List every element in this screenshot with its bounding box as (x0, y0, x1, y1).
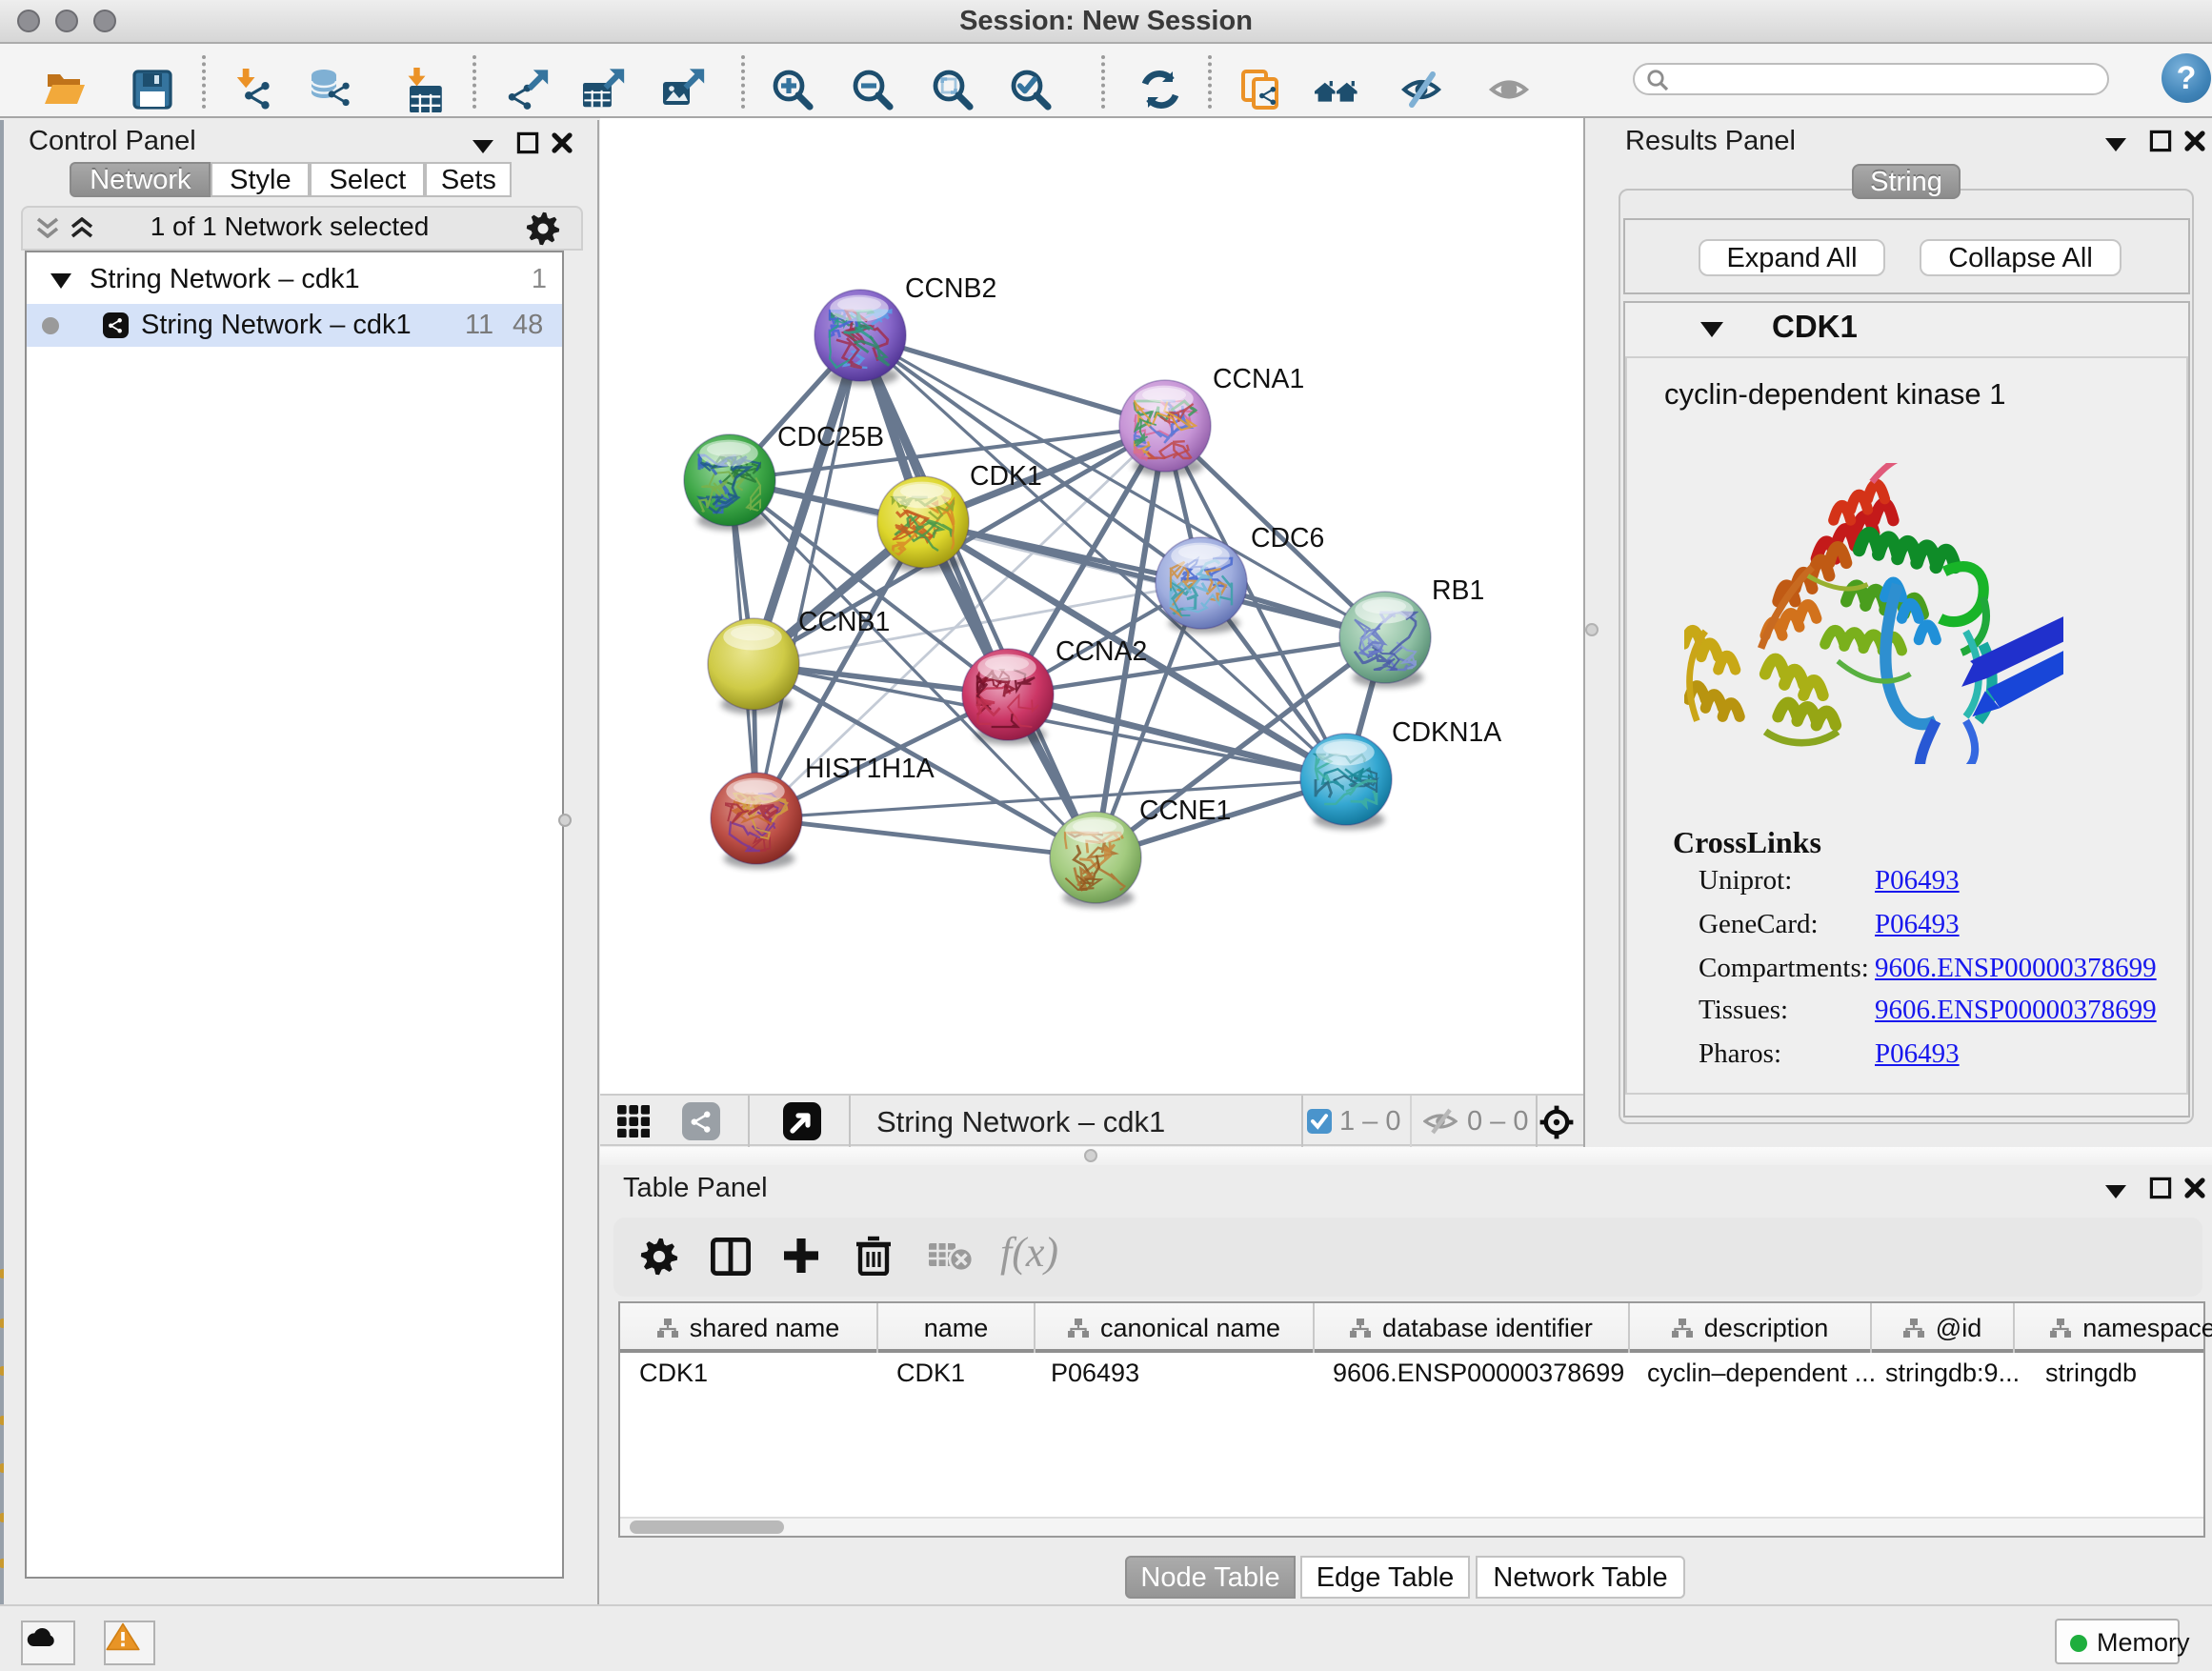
svg-text:CCNB2: CCNB2 (905, 273, 996, 304)
svg-text:HIST1H1A: HIST1H1A (805, 754, 935, 784)
svg-text:CCNA2: CCNA2 (1056, 636, 1147, 667)
svg-text:CCNE1: CCNE1 (1139, 795, 1231, 826)
svg-text:CDK1: CDK1 (970, 461, 1042, 492)
svg-text:CCNB1: CCNB1 (798, 607, 890, 637)
svg-text:CDC6: CDC6 (1251, 523, 1324, 554)
svg-text:CCNA1: CCNA1 (1213, 364, 1304, 394)
svg-text:RB1: RB1 (1432, 575, 1484, 606)
svg-text:CDKN1A: CDKN1A (1392, 717, 1501, 748)
svg-text:CDC25B: CDC25B (777, 422, 884, 453)
